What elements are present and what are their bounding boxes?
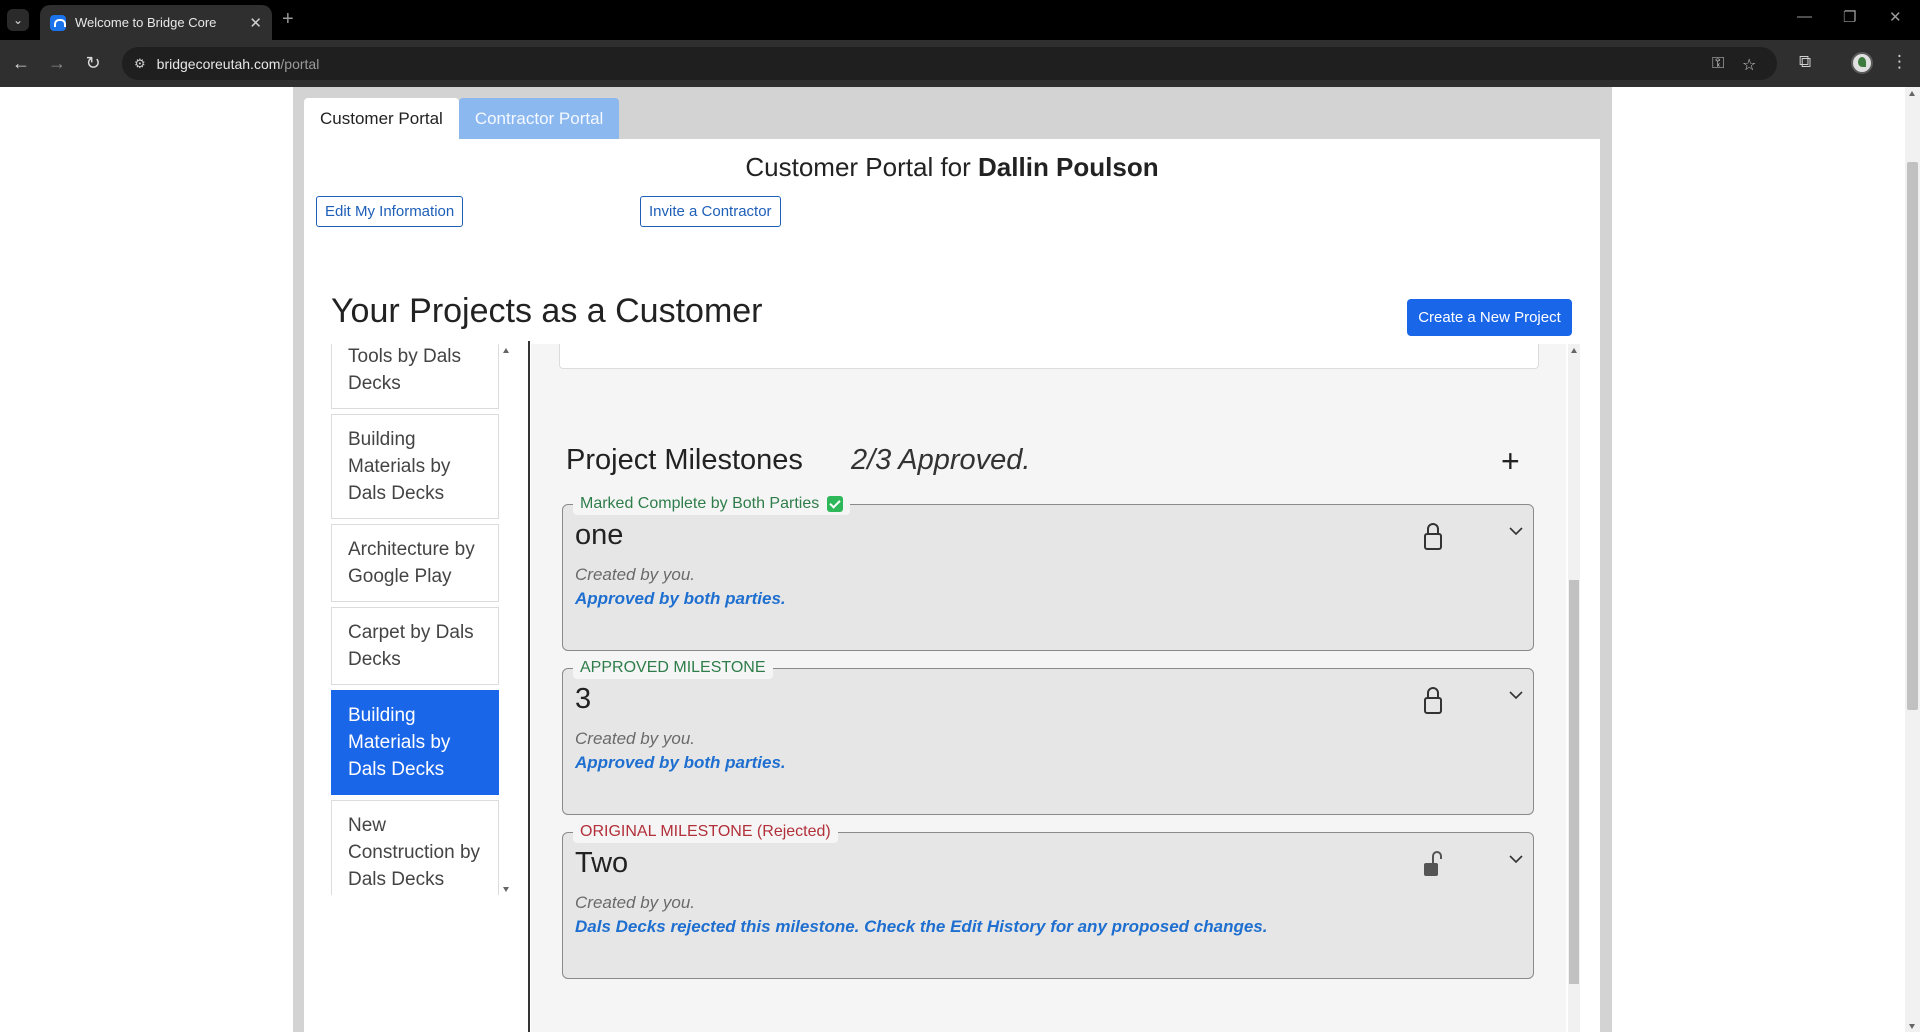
milestone-title: one — [575, 519, 624, 551]
milestone-title: Two — [575, 847, 629, 879]
back-icon[interactable]: ← — [9, 51, 33, 75]
milestone-card[interactable]: APPROVED MILESTONE 3 Created by you. App… — [562, 657, 1534, 815]
milestone-status-label: ORIGINAL MILESTONE (Rejected) — [573, 821, 838, 843]
portal-tabs: Customer Portal Contractor Portal — [304, 98, 620, 139]
milestones-status: 2/3 Approved. — [851, 444, 1031, 476]
address-bar[interactable]: ⚙ bridgecoreutah.com/portal ⚿ ☆ — [122, 47, 1777, 80]
lock-closed-icon[interactable] — [1423, 521, 1443, 551]
project-list: Tools by Dals Decks Building Materials b… — [331, 344, 500, 895]
project-list-scrollbar[interactable] — [502, 344, 511, 895]
forward-icon[interactable]: → — [45, 51, 69, 75]
url-path: /portal — [280, 55, 320, 72]
page-title: Customer Portal for Dallin Poulson — [304, 152, 1600, 183]
tab-search-icon[interactable]: ⌄ — [7, 9, 29, 31]
scrollbar-thumb[interactable] — [1907, 162, 1918, 710]
lock-closed-icon[interactable] — [1423, 685, 1443, 715]
scroll-up-arrow-icon[interactable] — [1571, 348, 1577, 353]
milestone-card[interactable]: Marked Complete by Both Parties one Crea… — [562, 493, 1534, 651]
bookmark-star-icon[interactable]: ☆ — [1742, 55, 1756, 75]
lock-open-icon[interactable] — [1423, 849, 1443, 879]
site-info-icon[interactable]: ⚙ — [134, 56, 146, 72]
create-project-button[interactable]: Create a New Project — [1407, 299, 1572, 336]
window-close-icon[interactable]: ✕ — [1889, 8, 1902, 26]
customer-name: Dallin Poulson — [978, 152, 1159, 182]
chevron-down-icon[interactable] — [1508, 523, 1524, 539]
milestone-card[interactable]: ORIGINAL MILESTONE (Rejected) Two Create… — [562, 821, 1534, 979]
chevron-down-icon[interactable] — [1508, 851, 1524, 867]
page-title-prefix: Customer Portal for — [745, 152, 971, 182]
column-divider — [528, 341, 530, 1032]
milestone-created-by: Created by you. — [575, 893, 696, 912]
minimize-icon[interactable]: — — [1797, 8, 1812, 25]
project-detail-area: Project Milestones 2/3 Approved. + Marke… — [531, 344, 1566, 1032]
milestone-approval-note: Approved by both parties. — [575, 589, 786, 608]
site-favicon-icon — [50, 14, 66, 31]
project-list-item[interactable]: Building Materials by Dals Decks — [331, 414, 499, 519]
milestone-legend-text: Marked Complete by Both Parties — [580, 495, 820, 512]
milestone-approval-note: Approved by both parties. — [575, 753, 786, 772]
url-host: bridgecoreutah.com — [156, 55, 281, 72]
milestone-title: 3 — [575, 683, 592, 715]
milestone-created-by: Created by you. — [575, 729, 696, 748]
project-progress-card — [559, 344, 1539, 369]
milestone-legend-text: APPROVED MILESTONE — [580, 659, 766, 676]
extensions-icon[interactable]: ⧉ — [1799, 52, 1811, 72]
milestone-created-by: Created by you. — [575, 565, 696, 584]
project-detail-scrollbar[interactable] — [1568, 344, 1580, 1032]
project-list-item[interactable]: Tools by Dals Decks — [331, 344, 499, 409]
browser-tab[interactable]: Welcome to Bridge Core ✕ — [40, 5, 272, 40]
milestone-legend-text: ORIGINAL MILESTONE (Rejected) — [580, 823, 831, 840]
reload-icon[interactable]: ↻ — [81, 51, 105, 75]
page-scrollbar[interactable] — [1905, 87, 1920, 1032]
milestones-heading: Project Milestones — [566, 444, 803, 476]
milestone-status-label: APPROVED MILESTONE — [573, 657, 773, 679]
password-key-icon[interactable]: ⚿ — [1712, 55, 1724, 73]
tab-title: Welcome to Bridge Core — [75, 15, 217, 30]
project-list-item[interactable]: Carpet by Dals Decks — [331, 607, 499, 685]
browser-toolbar: ← → ↻ ⚙ bridgecoreutah.com/portal ⚿ ☆ ⧉ … — [0, 40, 1920, 87]
project-list-item[interactable]: New Construction by Dals Decks — [331, 800, 499, 895]
scroll-down-arrow-icon[interactable] — [503, 887, 509, 892]
profile-avatar[interactable] — [1851, 52, 1873, 74]
edit-my-information-button[interactable]: Edit My Information — [316, 196, 464, 227]
page-viewport: Customer Portal Contractor Portal Custom… — [0, 87, 1920, 1032]
scroll-up-arrow-icon[interactable] — [1909, 91, 1915, 96]
check-icon — [827, 496, 844, 512]
invite-contractor-button[interactable]: Invite a Contractor — [640, 196, 781, 227]
scroll-up-arrow-icon[interactable] — [503, 348, 509, 353]
restore-icon[interactable]: ❐ — [1843, 8, 1856, 26]
chevron-down-icon[interactable] — [1508, 687, 1524, 703]
projects-heading: Your Projects as a Customer — [331, 292, 763, 330]
tab-close-icon[interactable]: ✕ — [249, 14, 262, 32]
new-tab-icon[interactable]: + — [282, 8, 294, 31]
add-milestone-icon[interactable]: + — [1501, 445, 1520, 477]
scroll-down-arrow-icon[interactable] — [1909, 1024, 1915, 1029]
browser-menu-icon[interactable]: ⋮ — [1891, 52, 1908, 72]
project-list-item[interactable]: Architecture by Google Play — [331, 524, 499, 602]
tab-contractor-portal[interactable]: Contractor Portal — [458, 98, 620, 139]
project-list-item-selected[interactable]: Building Materials by Dals Decks — [331, 690, 499, 795]
milestone-rejection-note: Dals Decks rejected this milestone. Chec… — [575, 917, 1268, 936]
tab-customer-portal[interactable]: Customer Portal — [304, 98, 459, 139]
browser-tab-strip: ⌄ Welcome to Bridge Core ✕ + — ❐ ✕ — [0, 0, 1920, 40]
scrollbar-thumb[interactable] — [1569, 580, 1579, 984]
milestone-status-label: Marked Complete by Both Parties — [573, 493, 851, 515]
